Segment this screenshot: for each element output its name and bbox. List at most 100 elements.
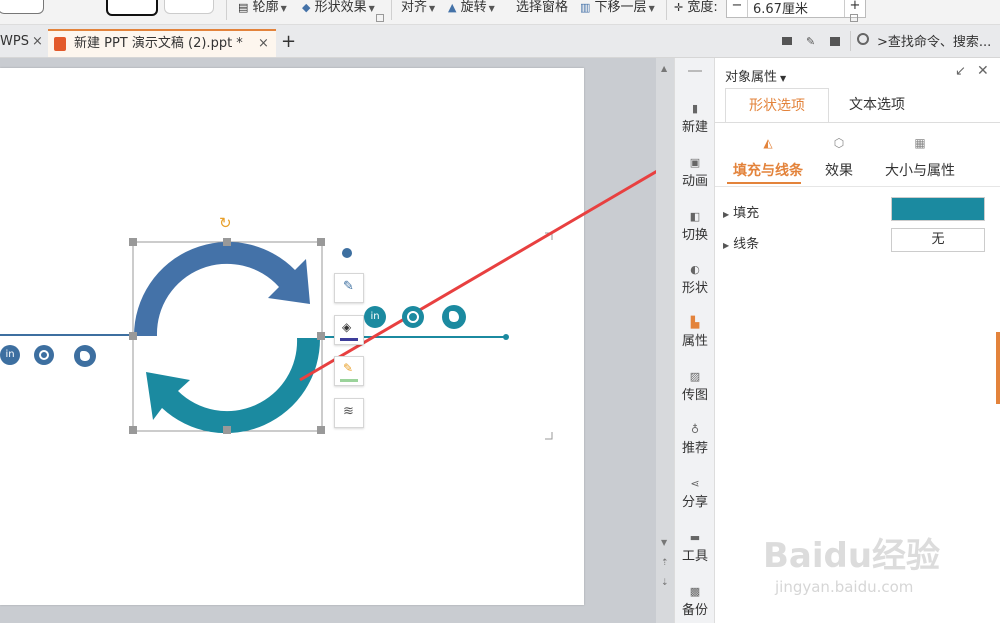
- outline-color-button[interactable]: ✎: [334, 356, 364, 386]
- resize-handle[interactable]: [317, 426, 325, 434]
- shape-icon: ◐: [690, 263, 700, 276]
- nav-item-toolbox[interactable]: ▬ 工具: [675, 531, 715, 564]
- slide-artwork: [0, 170, 656, 440]
- linkedin-icon: in: [0, 345, 20, 365]
- search-icon[interactable]: [857, 33, 869, 45]
- upload-image-icon: ▨: [689, 370, 701, 383]
- nav-item-backup[interactable]: ▩ 备份: [675, 585, 715, 618]
- selection-pane-button[interactable]: 选择窗格: [516, 0, 568, 22]
- shape-style-swatch-1[interactable]: [0, 0, 44, 14]
- fill-section-toggle[interactable]: ▶ 填充: [723, 202, 759, 221]
- resize-handle[interactable]: [317, 238, 325, 246]
- comment-icon[interactable]: [830, 37, 840, 46]
- panel-title[interactable]: 对象属性 ▼: [725, 66, 786, 85]
- subtab-size-property[interactable]: ▦ 大小与属性: [875, 136, 965, 180]
- nav-item-transition[interactable]: ◧ 切换: [675, 210, 715, 243]
- size-grid-icon: ▦: [914, 136, 926, 150]
- nav-item-upload-image[interactable]: ▨ 传图: [675, 370, 715, 403]
- dialog-launcher-icon[interactable]: [850, 14, 858, 22]
- width-stepper[interactable]: − 6.67厘米 +: [726, 0, 866, 18]
- resize-handle[interactable]: [129, 426, 137, 434]
- command-search-input[interactable]: >查找命令、搜索...: [877, 31, 991, 50]
- new-icon: ▮: [691, 102, 699, 115]
- monitor-icon[interactable]: [782, 37, 792, 45]
- line-style-dropdown[interactable]: 无: [891, 228, 985, 252]
- shape-style-swatch-3[interactable]: [164, 0, 214, 14]
- animation-icon: ▣: [689, 156, 701, 169]
- cycle-arrow-teal[interactable]: [146, 338, 321, 434]
- scroll-down-icon[interactable]: ▼: [661, 538, 667, 547]
- expand-arrow-icon: ▶: [723, 210, 730, 219]
- nav-item-new[interactable]: ▮ 新建: [675, 102, 715, 135]
- width-value[interactable]: 6.67厘米: [753, 0, 808, 17]
- outline-button[interactable]: ▤ 轮廓 ▼: [238, 0, 287, 22]
- backup-icon: ▩: [689, 585, 701, 598]
- subtab-fill-line[interactable]: ◭ 填充与线条: [727, 136, 809, 180]
- move-down-button[interactable]: ▥ 下移一层 ▼: [580, 0, 655, 22]
- close-icon[interactable]: ✕: [977, 63, 989, 79]
- collapse-toolbar-icon[interactable]: [342, 248, 352, 258]
- watermark-logo: Baidu经验: [763, 536, 941, 576]
- edit-shape-button[interactable]: ✎: [334, 273, 364, 303]
- chevron-down-icon: ▼: [280, 4, 287, 13]
- resize-handle[interactable]: [223, 426, 231, 434]
- nav-item-share[interactable]: ⋖ 分享: [675, 477, 715, 510]
- shape-style-swatch-2[interactable]: [106, 0, 158, 16]
- dock-icon[interactable]: ↙: [955, 64, 966, 79]
- tab-shape-options[interactable]: 形状选项: [725, 88, 829, 123]
- layer-button[interactable]: ≋: [334, 398, 364, 428]
- scroll-up-icon[interactable]: ▲: [661, 64, 667, 73]
- chevron-down-icon: ▼: [368, 4, 375, 13]
- tab-active-document[interactable]: 新建 PPT 演示文稿 (2).ppt * ×: [48, 29, 276, 57]
- pen-outline-icon: ✎: [343, 361, 354, 375]
- tab-text-options[interactable]: 文本选项: [827, 88, 927, 122]
- shape-effect-button[interactable]: ◆ 形状效果 ▼: [302, 0, 375, 22]
- width-icon: ✛: [674, 1, 684, 14]
- collapse-nav-icon[interactable]: [688, 70, 702, 72]
- panel-edge-accent: [996, 332, 1000, 404]
- dialog-launcher-icon[interactable]: [376, 14, 384, 22]
- property-icon: ▙: [690, 316, 700, 329]
- cycle-arrow-blue[interactable]: [133, 241, 310, 336]
- resize-handle[interactable]: [317, 332, 325, 340]
- transition-icon: ◧: [689, 210, 701, 223]
- target-icon: [402, 306, 424, 328]
- fill-color-dropdown[interactable]: [891, 197, 985, 221]
- resize-handle[interactable]: [129, 332, 137, 340]
- line-section-toggle[interactable]: ▶ 线条: [723, 233, 759, 252]
- pencil-icon: ✎: [343, 279, 354, 294]
- align-button[interactable]: 对齐 ▼: [401, 0, 435, 22]
- chevron-down-icon: ▼: [780, 74, 787, 83]
- outline-icon: ▤: [238, 1, 249, 14]
- close-icon[interactable]: ×: [32, 29, 43, 55]
- nav-item-property[interactable]: ▙ 属性: [675, 316, 715, 349]
- resize-handle[interactable]: [129, 238, 137, 246]
- subtab-effect[interactable]: ⬡ 效果: [819, 136, 859, 180]
- document-tab-bar: WPS × 新建 PPT 演示文稿 (2).ppt * × + ✎ >查找命令、…: [0, 25, 1000, 58]
- subtab-active-underline: [727, 182, 801, 184]
- rotate-handle-icon[interactable]: ↻: [219, 214, 232, 232]
- pin-icon[interactable]: ✎: [806, 35, 815, 48]
- move-down-icon: ▥: [580, 1, 591, 14]
- fill-color-button[interactable]: ◈: [334, 315, 364, 345]
- cube-icon: ⬡: [833, 136, 845, 150]
- add-tab-button[interactable]: +: [281, 29, 301, 57]
- ribbon-toolbar: ▤ 轮廓 ▼ ◆ 形状效果 ▼ 对齐 ▼ ▲ 旋转 ▼ 选择窗格 ▥ 下移一层 ▼ ✛ 宽…: [0, 0, 1000, 25]
- rotate-button[interactable]: ▲ 旋转 ▼: [448, 0, 495, 22]
- rotate-icon: ▲: [448, 1, 457, 14]
- next-page-icon[interactable]: ⇣: [661, 578, 669, 588]
- width-label: ✛ 宽度:: [674, 0, 718, 15]
- prev-page-icon[interactable]: ⇡: [661, 558, 669, 568]
- outline-color-bar: [340, 379, 358, 382]
- vertical-scrollbar[interactable]: ▲ ▼ ⇡ ⇣: [656, 58, 674, 623]
- nav-item-recommend[interactable]: ♁ 推荐: [675, 423, 715, 456]
- width-decrement-button[interactable]: −: [727, 0, 748, 17]
- panel-divider: [715, 122, 1000, 123]
- globe-icon: [442, 305, 466, 329]
- nav-item-animation[interactable]: ▣ 动画: [675, 156, 715, 189]
- nav-item-shape[interactable]: ◐ 形状: [675, 263, 715, 296]
- resize-handle[interactable]: [223, 238, 231, 246]
- close-icon[interactable]: ×: [258, 31, 269, 57]
- tab-wps[interactable]: WPS ×: [0, 29, 48, 57]
- chevron-down-icon: ▼: [488, 4, 495, 13]
